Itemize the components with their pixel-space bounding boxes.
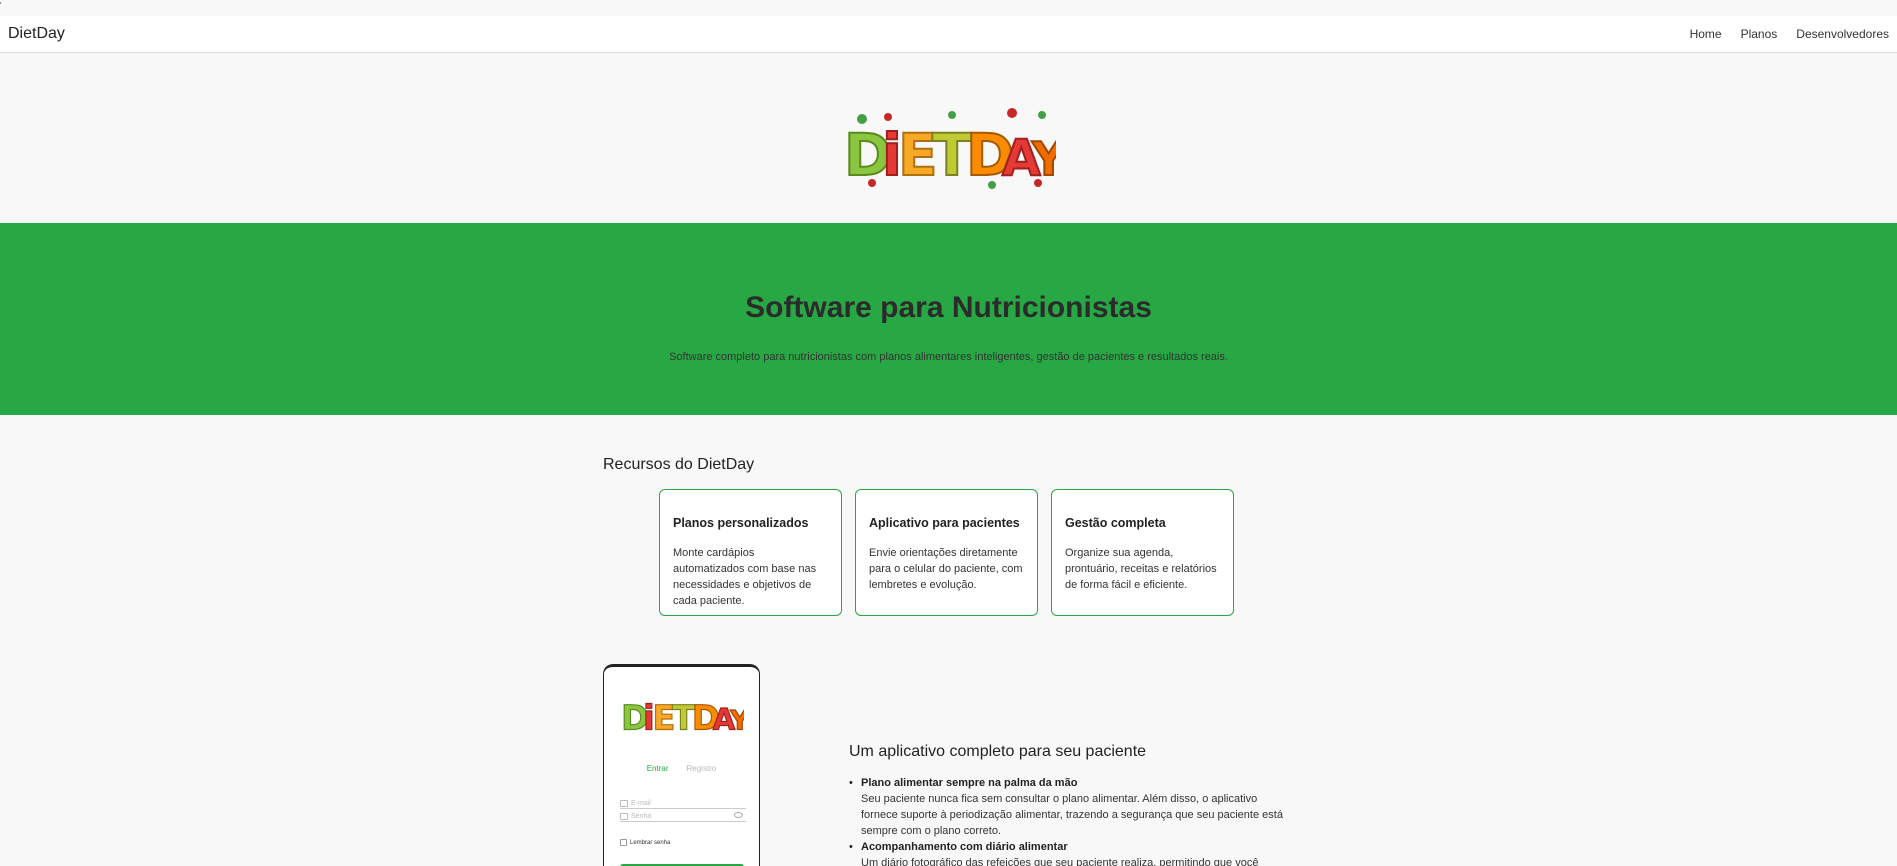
phone-mockup: D i E T D A Y Entrar Registro E-mail Sen… [603,664,760,866]
phone-tabs: Entrar Registro [604,764,759,773]
feature-card-title: Planos personalizados [673,516,809,530]
remember-checkbox[interactable] [620,839,627,846]
feature-cards: Planos personalizados Monte cardápios au… [659,489,1234,616]
list-item-title: Plano alimentar sempre na palma da mão [861,777,1078,789]
list-item-text: Um diário fotográfico das refeições que … [861,857,1259,866]
feature-card-title: Gestão completa [1065,516,1166,530]
list-item-text: Seu paciente nunca fica sem consultar o … [861,793,1283,837]
top-navbar: DietDay Home Planos Desenvolvedores [0,16,1897,53]
feature-card-text: Envie orientações diretamente para o cel… [869,547,1023,591]
feature-card-title: Aplicativo para pacientes [869,516,1020,530]
app-section: Um aplicativo completo para seu paciente… [849,743,1289,866]
nav-links: Home Planos Desenvolvedores [1690,27,1889,41]
app-feature-list: Plano alimentar sempre na palma da mão S… [849,775,1289,866]
lock-icon [620,812,628,820]
nav-desenvolvedores-link[interactable]: Desenvolvedores [1796,27,1889,41]
feature-card-planos: Planos personalizados Monte cardápios au… [659,489,842,616]
feature-card-text: Organize sua agenda, prontuário, receita… [1065,547,1217,591]
feature-card-gestao: Gestão completa Organize sua agenda, pro… [1051,489,1234,616]
phone-tab-registro[interactable]: Registro [687,764,717,773]
mail-icon [620,799,628,807]
logo-area: D i E T D A Y [0,53,1897,223]
nav-planos-link[interactable]: Planos [1741,27,1778,41]
phone-password-placeholder: Senha [631,812,652,820]
list-item: Plano alimentar sempre na palma da mão S… [849,775,1289,839]
phone-remember-row: Lembrar senha [620,839,670,846]
svg-text:Y: Y [1031,132,1056,186]
eye-icon[interactable] [734,812,743,818]
remember-label: Lembrar senha [630,839,671,846]
hero-subtitle: Software completo para nutricionistas co… [669,351,1228,363]
feature-card-aplicativo: Aplicativo para pacientes Envie orientaç… [855,489,1038,616]
phone-dietday-logo: D i E T D A Y [621,698,744,738]
nav-home-link[interactable]: Home [1690,27,1722,41]
dietday-logo: D i E T D A Y [843,108,1056,190]
hero-title: Software para Nutricionistas [745,291,1152,324]
feature-card-text: Monte cardápios automatizados com base n… [673,547,817,607]
app-heading: Um aplicativo completo para seu paciente [849,743,1147,760]
phone-tab-entrar[interactable]: Entrar [647,764,669,773]
phone-password-field[interactable]: Senha [620,811,746,822]
hero-banner: Software para Nutricionistas Software co… [0,223,1897,415]
phone-email-placeholder: E-mail [631,799,651,807]
corner-mark: ' [0,1,2,10]
svg-text:Y: Y [729,706,744,737]
list-item: Acompanhamento com diário alimentar Um d… [849,839,1289,866]
list-item-title: Acompanhamento com diário alimentar [861,841,1068,853]
brand-link[interactable]: DietDay [8,25,65,43]
phone-email-field[interactable]: E-mail [620,798,746,809]
features-section: Recursos do DietDay Planos personalizado… [603,456,1303,616]
features-heading: Recursos do DietDay [603,456,755,473]
